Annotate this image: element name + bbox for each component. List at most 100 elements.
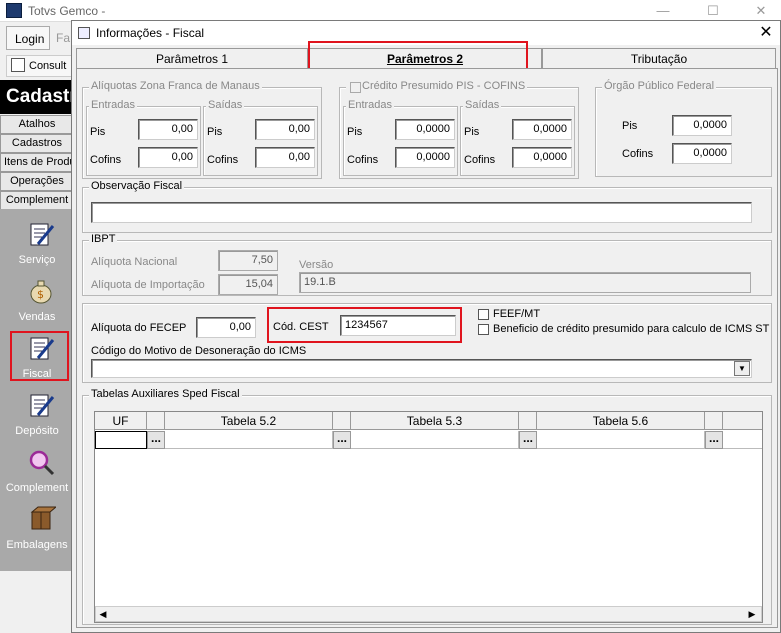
grid-header-tabela-52: Tabela 5.2 — [165, 412, 333, 430]
sidebar-label: Embalagens — [6, 539, 68, 551]
op-cofins-input[interactable]: 0,0000 — [672, 143, 732, 164]
scroll-right-icon[interactable]: ▶ — [746, 608, 758, 620]
orgao-publico-group: Órgão Público Federal Pis 0,0000 Cofins … — [595, 80, 772, 177]
document-pen-icon — [30, 394, 55, 417]
grid-cell-uf[interactable] — [95, 431, 147, 449]
minimize-icon[interactable]: — — [640, 0, 686, 22]
cp-saidas-cofins-input[interactable]: 0,0000 — [512, 147, 572, 168]
zona-franca-title: Alíquotas Zona Franca de Manaus — [89, 80, 262, 92]
grid-lookup-button[interactable]: ... — [519, 431, 537, 449]
ibpt-title: IBPT — [89, 233, 118, 245]
cp-saidas-title: Saídas — [463, 99, 502, 111]
cp-saidas-cofins-label: Cofins — [464, 154, 496, 166]
zf-entradas-title: Entradas — [89, 99, 138, 111]
consult-icon — [11, 58, 25, 72]
op-pis-label: Pis — [622, 120, 638, 132]
credito-presumido-group: Crédito Presumido PIS - COFINS Entradas … — [339, 80, 579, 179]
nav-itens[interactable]: Itens de Produ — [0, 153, 74, 172]
ibpt-importacao-input: 15,04 — [218, 274, 278, 295]
grid-header-btn — [333, 412, 351, 430]
cp-entradas-pis-label: Pis — [347, 126, 363, 138]
desoneracao-label: Código do Motivo de Desoneração do ICMS — [91, 345, 307, 357]
zf-entradas-cofins-input[interactable]: 0,00 — [138, 147, 198, 168]
tab-tributacao[interactable]: Tributação — [542, 48, 776, 68]
orgao-publico-title: Órgão Público Federal — [602, 80, 717, 92]
chevron-down-icon[interactable]: ▼ — [734, 361, 750, 376]
nav-cadastros[interactable]: Cadastros — [0, 134, 74, 153]
grid-cell-filler — [723, 431, 762, 449]
grid-lookup-button[interactable]: ... — [147, 431, 165, 449]
feef-checkbox[interactable] — [478, 309, 489, 320]
zf-saidas-pis-input[interactable]: 0,00 — [255, 119, 315, 140]
cp-entradas-title: Entradas — [346, 99, 395, 111]
login-menu[interactable]: Login — [6, 26, 50, 50]
menu-fa[interactable]: Fa — [56, 31, 70, 45]
cp-saidas-pis-input[interactable]: 0,0000 — [512, 119, 572, 140]
zf-saidas-cofins-input[interactable]: 0,00 — [255, 147, 315, 168]
zf-entradas-pis-input[interactable]: 0,00 — [138, 119, 198, 140]
desoneracao-select[interactable] — [91, 359, 752, 378]
tab-parametros-1[interactable]: Parâmetros 1 — [76, 48, 308, 68]
op-cofins-label: Cofins — [622, 148, 654, 160]
fiscal-dialog: Informações - Fiscal ✕ Parâmetros 1 Parâ… — [71, 20, 781, 633]
scroll-left-icon[interactable]: ◀ — [97, 608, 109, 620]
zf-saidas-pis-label: Pis — [207, 126, 223, 138]
ibpt-nacional-label: Alíquota Nacional — [91, 256, 178, 268]
grid-cell-tabela-52[interactable] — [165, 431, 333, 449]
grid-header-btn — [519, 412, 537, 430]
sidebar-label: Serviço — [18, 254, 56, 266]
fecep-group: Alíquota do FECEP 0,00 Cód. CEST 1234567… — [82, 303, 772, 383]
credito-presumido-title: Crédito Presumido PIS - COFINS — [346, 80, 528, 92]
sped-title: Tabelas Auxiliares Sped Fiscal — [89, 388, 242, 400]
zf-saidas-cofins-label: Cofins — [207, 154, 239, 166]
app-icon — [6, 3, 22, 18]
dialog-close-icon[interactable]: ✕ — [756, 23, 776, 43]
grid-header-tabela-56: Tabela 5.6 — [537, 412, 705, 430]
zf-saidas-title: Saídas — [206, 99, 245, 111]
cp-entradas-group: Entradas Pis 0,0000 Cofins 0,0000 — [343, 99, 458, 176]
sidebar-item-vendas[interactable]: $ Vendas — [0, 273, 74, 329]
sidebar-item-embalagens[interactable]: Embalagens — [0, 501, 74, 557]
app-close-icon[interactable]: ✕ — [738, 0, 781, 22]
grid-lookup-button[interactable]: ... — [705, 431, 723, 449]
cp-entradas-cofins-input[interactable]: 0,0000 — [395, 147, 455, 168]
ibpt-versao-input: 19.1.B — [299, 272, 751, 293]
dialog-title: Informações - Fiscal — [96, 26, 205, 40]
grid-header-tabela-53: Tabela 5.3 — [351, 412, 519, 430]
horizontal-scrollbar[interactable] — [95, 606, 762, 622]
zf-entradas-cofins-label: Cofins — [90, 154, 122, 166]
fecep-input[interactable]: 0,00 — [196, 317, 256, 338]
document-pen-icon — [30, 223, 55, 246]
feef-label: FEEF/MT — [493, 308, 541, 320]
ibpt-group: IBPT Alíquota Nacional 7,50 Alíquota de … — [82, 233, 772, 296]
cest-highlight — [267, 307, 462, 343]
nav-operacoes[interactable]: Operações — [0, 172, 74, 191]
svg-text:$: $ — [37, 288, 44, 301]
cp-entradas-cofins-label: Cofins — [347, 154, 379, 166]
observacao-input[interactable] — [91, 202, 752, 223]
sidebar-item-deposito[interactable]: Depósito — [0, 387, 74, 443]
maximize-icon[interactable]: ☐ — [690, 0, 736, 22]
grid-cell-tabela-56[interactable] — [537, 431, 705, 449]
grid-header-filler — [723, 412, 762, 430]
sped-grid: UF Tabela 5.2 Tabela 5.3 Tabela 5.6 ... … — [94, 411, 763, 623]
nav-complement[interactable]: Complement — [0, 191, 74, 210]
sped-group: Tabelas Auxiliares Sped Fiscal UF Tabela… — [82, 388, 772, 625]
nav-atalhos[interactable]: Atalhos — [0, 115, 74, 134]
sidebar-label: Vendas — [18, 311, 56, 323]
sidebar-label: Complement — [5, 482, 69, 494]
sidebar-item-servico[interactable]: Serviço — [0, 216, 74, 272]
sidebar-item-complement[interactable]: Complement — [0, 444, 74, 500]
credito-presumido-checkbox[interactable] — [350, 82, 361, 93]
money-bag-icon: $ — [30, 280, 52, 304]
cp-entradas-pis-input[interactable]: 0,0000 — [395, 119, 455, 140]
grid-header-uf: UF — [95, 412, 147, 430]
grid-header-btn — [147, 412, 165, 430]
grid-lookup-button[interactable]: ... — [333, 431, 351, 449]
beneficio-checkbox[interactable] — [478, 324, 489, 335]
op-pis-input[interactable]: 0,0000 — [672, 115, 732, 136]
app-title: Totvs Gemco - — [28, 4, 106, 18]
grid-cell-tabela-53[interactable] — [351, 431, 519, 449]
magnifier-icon — [29, 450, 55, 476]
ibpt-nacional-input: 7,50 — [218, 250, 278, 271]
